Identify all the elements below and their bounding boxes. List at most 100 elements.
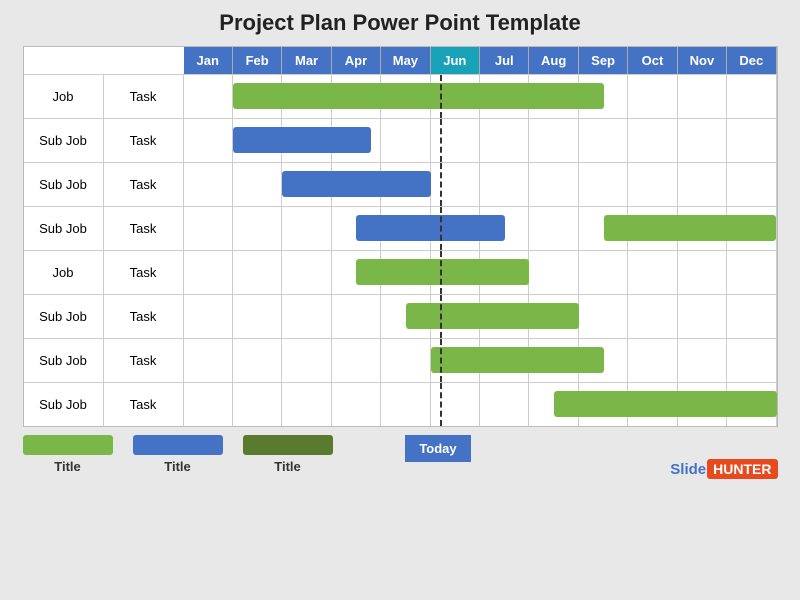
- gantt-body: JobTaskSub JobTaskSub JobTaskSub JobTask…: [24, 74, 777, 426]
- col-5: [431, 119, 480, 162]
- col-4: [381, 339, 430, 382]
- col-10: [678, 119, 727, 162]
- row-cells-5: [184, 295, 777, 338]
- job-label-3: Sub Job: [24, 207, 104, 250]
- today-line-2: [440, 163, 442, 206]
- today-line-0: [440, 75, 442, 118]
- col-10: [678, 251, 727, 294]
- col-7: [529, 251, 578, 294]
- today-line-3: [440, 207, 442, 250]
- gantt-row-4: JobTask: [24, 250, 777, 294]
- col-11: [727, 119, 776, 162]
- row-cells-3: [184, 207, 777, 250]
- col-1: [233, 383, 282, 426]
- col-4: [381, 383, 430, 426]
- month-header-apr: Apr: [332, 47, 381, 74]
- col-3: [332, 383, 381, 426]
- col-9: [628, 163, 677, 206]
- col-11: [727, 295, 776, 338]
- gantt-row-6: Sub JobTask: [24, 338, 777, 382]
- gantt-chart: JanFebMarAprMayJunJulAugSepOctNovDec Job…: [23, 46, 778, 427]
- col-10: [678, 75, 727, 118]
- col-7: [529, 207, 578, 250]
- bar-primary-4: [356, 259, 529, 285]
- job-label-1: Sub Job: [24, 119, 104, 162]
- month-header-jul: Jul: [480, 47, 529, 74]
- row-cells-7: [184, 383, 777, 426]
- task-label-6: Task: [104, 339, 184, 382]
- col-9: [628, 75, 677, 118]
- col-4: [381, 119, 430, 162]
- col-7: [529, 163, 578, 206]
- col-0: [184, 119, 233, 162]
- col-1: [233, 295, 282, 338]
- month-header-jun: Jun: [431, 47, 480, 74]
- legend-item-0: Title: [23, 435, 113, 474]
- col-2: [282, 207, 331, 250]
- col-3: [332, 295, 381, 338]
- bar-primary-2: [282, 171, 430, 197]
- month-header-mar: Mar: [282, 47, 331, 74]
- row-cells-2: [184, 163, 777, 206]
- row-cells-0: [184, 75, 777, 118]
- col-8: [579, 163, 628, 206]
- task-label-5: Task: [104, 295, 184, 338]
- gantt-header: JanFebMarAprMayJunJulAugSepOctNovDec: [24, 47, 777, 74]
- today-line-4: [440, 251, 442, 294]
- legend: TitleTitleTitle: [23, 435, 343, 474]
- gantt-row-5: Sub JobTask: [24, 294, 777, 338]
- col-10: [678, 295, 727, 338]
- col-8: [579, 251, 628, 294]
- today-line-7: [440, 383, 442, 426]
- legend-label-2: Title: [274, 459, 301, 474]
- gantt-row-3: Sub JobTask: [24, 206, 777, 250]
- month-header-dec: Dec: [727, 47, 776, 74]
- col-1: [233, 339, 282, 382]
- row-cells-6: [184, 339, 777, 382]
- task-label-1: Task: [104, 119, 184, 162]
- task-label-7: Task: [104, 383, 184, 426]
- col-9: [628, 251, 677, 294]
- col-0: [184, 251, 233, 294]
- col-7: [529, 119, 578, 162]
- col-5: [431, 163, 480, 206]
- col-2: [282, 295, 331, 338]
- col-2: [282, 339, 331, 382]
- col-11: [727, 75, 776, 118]
- col-9: [628, 119, 677, 162]
- job-label-5: Sub Job: [24, 295, 104, 338]
- today-line-6: [440, 339, 442, 382]
- col-0: [184, 207, 233, 250]
- col-1: [233, 163, 282, 206]
- month-header-oct: Oct: [628, 47, 677, 74]
- col-11: [727, 163, 776, 206]
- col-0: [184, 295, 233, 338]
- col-8: [579, 295, 628, 338]
- col-1: [233, 207, 282, 250]
- header-label-spacer: [24, 47, 184, 74]
- slide-text: Slide: [670, 461, 706, 478]
- row-cells-1: [184, 119, 777, 162]
- col-0: [184, 339, 233, 382]
- month-header-aug: Aug: [529, 47, 578, 74]
- col-3: [332, 339, 381, 382]
- task-label-0: Task: [104, 75, 184, 118]
- hunter-text: HUNTER: [707, 459, 777, 479]
- col-10: [678, 339, 727, 382]
- bar-primary-1: [233, 127, 371, 153]
- bar-primary-0: [233, 83, 604, 109]
- col-2: [282, 383, 331, 426]
- gantt-row-0: JobTask: [24, 74, 777, 118]
- col-6: [480, 119, 529, 162]
- legend-item-2: Title: [243, 435, 333, 474]
- month-header-nov: Nov: [678, 47, 727, 74]
- col-11: [727, 339, 776, 382]
- job-label-4: Job: [24, 251, 104, 294]
- col-10: [678, 163, 727, 206]
- today-button[interactable]: Today: [405, 435, 470, 462]
- legend-bar-0: [23, 435, 113, 455]
- row-cells-4: [184, 251, 777, 294]
- today-line-1: [440, 119, 442, 162]
- col-9: [628, 295, 677, 338]
- bar-primary-6: [431, 347, 604, 373]
